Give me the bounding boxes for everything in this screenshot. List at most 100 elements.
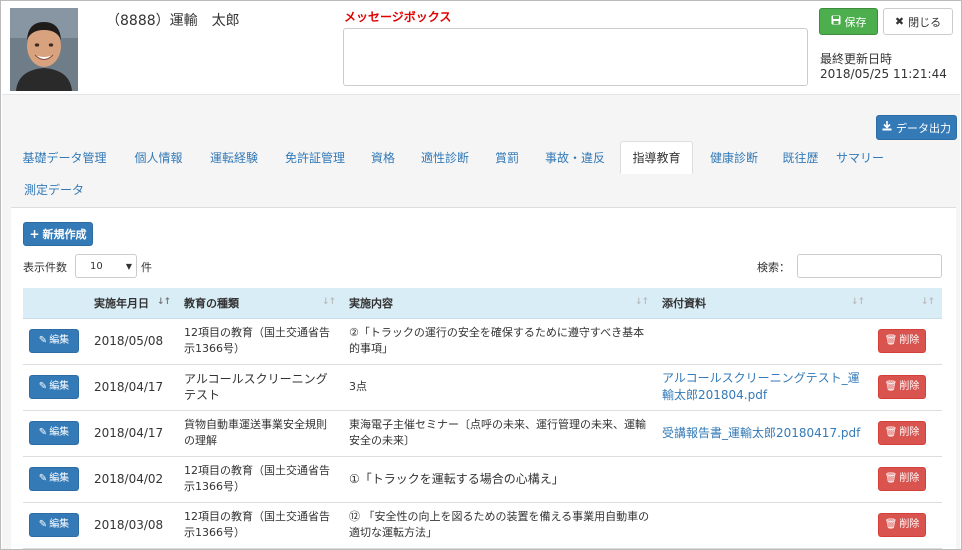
tab-summary[interactable]: サマリー [829,141,891,173]
sort-desc-icon: ↓↑ [156,297,171,307]
guidance-education-panel: + 新規作成 表示件数 10 ▼ 件 検索： 実施年月日 ↓↑ 教育の種類 ↓↑… [11,207,956,549]
avatar-photo [10,8,78,91]
export-data-button[interactable]: データ出力 [876,115,957,140]
sort-icon: ↓↑ [850,297,865,307]
tab-measurement-data[interactable]: 測定データ [12,173,96,205]
content-area: データ出力 基礎データ管理 個人情報 運転経験 免許証管理 資格 適性診断 賞罰… [2,95,960,549]
attachment-link[interactable]: 受講報告書_運輸太郎20180417.pdf [662,426,860,440]
new-record-label: 新規作成 [42,228,87,241]
edit-button[interactable]: ✎ 編集 [29,421,79,445]
edit-button[interactable]: ✎ 編集 [29,329,79,353]
tab-accidents[interactable]: 事故・違反 [532,141,618,173]
table-row: ✎ 編集 2018/04/17 貨物自動車運送事業安全規則の理解 東海電子主催セミ… [23,410,942,456]
page-length-label: 表示件数 [23,261,67,274]
save-button-label: 保存 [844,15,867,29]
tab-qualifications[interactable]: 資格 [359,141,407,173]
edit-button[interactable]: ✎ 編集 [29,375,79,399]
close-button[interactable]: ✖ 閉じる [883,8,953,35]
tab-rewards-penalties[interactable]: 賞罰 [483,141,531,173]
tab-license[interactable]: 免許証管理 [272,141,358,173]
column-header-attachment[interactable]: 添付資料 ↓↑ [656,288,872,319]
edit-icon: ✎ [38,519,48,530]
tab-aptitude[interactable]: 適性診断 [408,141,482,173]
row-type: 12項目の教育（国土交通省告示1366号） [184,464,330,493]
tab-health-check[interactable]: 健康診断 [696,141,772,173]
row-content: ②「トラックの運行の安全を確保するために遵守すべき基本的事項」 [349,326,645,355]
message-box-label: メッセージボックス [344,10,452,24]
user-name: （8888）運輸 太郎 [106,13,240,29]
save-button[interactable]: 保存 [819,8,878,35]
attachment-link[interactable]: アルコールスクリーニングテスト_運輸太郎201804.pdf [662,371,860,402]
last-updated-value: 2018/05/25 11:21:44 [820,67,947,81]
trash-icon: 🗑 [884,427,898,438]
export-data-label: データ出力 [896,121,951,135]
row-attachment [656,318,872,364]
row-type: アルコールスクリーニングテスト [184,372,328,402]
row-attachment: アルコールスクリーニングテスト_運輸太郎201804.pdf [656,364,872,410]
new-record-button[interactable]: + 新規作成 [23,222,93,246]
page-length-value: 10 [90,260,103,272]
column-header-type[interactable]: 教育の種類 ↓↑ [178,288,343,319]
tab-guidance-education[interactable]: 指導教育 [620,141,693,174]
table-header-row: 実施年月日 ↓↑ 教育の種類 ↓↑ 実施内容 ↓↑ 添付資料 ↓↑ ↓↑ [23,288,942,319]
avatar [10,8,78,91]
column-header-delete: ↓↑ [872,288,942,319]
tab-driving-experience[interactable]: 運転経験 [197,141,271,173]
floppy-disk-icon [831,15,841,28]
sort-icon: ↓↑ [634,297,649,307]
table-row: ✎ 編集 2018/03/08 12項目の教育（国土交通省告示1366号） ⑫ 「… [23,502,942,548]
close-button-label: 閉じる [908,15,942,29]
close-icon: ✖ [894,15,905,28]
search-label: 検索： [757,261,790,274]
row-date: 2018/04/17 [94,380,164,394]
sort-icon: ↓↑ [920,297,935,307]
tab-basic-data[interactable]: 基礎データ管理 [12,141,117,173]
plus-icon: + [29,227,40,241]
edit-icon: ✎ [38,381,48,392]
page-length-unit: 件 [141,261,152,274]
table-row: ✎ 編集 2018/04/02 12項目の教育（国土交通省告示1366号） ①「ト… [23,456,942,502]
row-date: 2018/04/17 [94,426,164,440]
row-content: 東海電子主催セミナー〔点呼の未来、運行管理の未来、運輸安全の未来〕 [349,418,646,447]
delete-button[interactable]: 🗑 削除 [878,329,926,353]
trash-icon: 🗑 [884,381,898,392]
education-table: 実施年月日 ↓↑ 教育の種類 ↓↑ 実施内容 ↓↑ 添付資料 ↓↑ ↓↑ ✎ 編集 201… [23,288,942,549]
app-window: （8888）運輸 太郎 メッセージボックス 保存 ✖ 閉じる 最終更新日時 20… [0,0,962,550]
page-length-select[interactable]: 10 ▼ [75,254,137,278]
row-content: ①「トラックを運転する場合の心構え」 [349,472,564,486]
trash-icon: 🗑 [884,473,898,484]
header: （8888）運輸 太郎 メッセージボックス 保存 ✖ 閉じる 最終更新日時 20… [2,2,960,95]
caret-down-icon: ▼ [125,262,132,271]
tab-personal-info[interactable]: 個人情報 [121,141,196,173]
delete-button[interactable]: 🗑 削除 [878,421,926,445]
column-header-actions [23,288,88,319]
delete-button[interactable]: 🗑 削除 [878,513,926,537]
edit-button[interactable]: ✎ 編集 [29,513,79,537]
delete-button[interactable]: 🗑 削除 [878,375,926,399]
row-date: 2018/05/08 [94,334,164,348]
search-input[interactable] [797,254,942,278]
download-icon [882,121,892,134]
tab-bar: 基礎データ管理 個人情報 運転経験 免許証管理 資格 適性診断 賞罰 事故・違反… [12,141,954,203]
column-header-date[interactable]: 実施年月日 ↓↑ [88,288,178,319]
delete-button[interactable]: 🗑 削除 [878,467,926,491]
row-type: 貨物自動車運送事業安全規則の理解 [184,418,327,447]
column-header-content[interactable]: 実施内容 ↓↑ [343,288,656,319]
row-type: 12項目の教育（国土交通省告示1366号） [184,326,330,355]
table-row: ✎ 編集 2018/05/08 12項目の教育（国土交通省告示1366号） ②「ト… [23,318,942,364]
row-type: 12項目の教育（国土交通省告示1366号） [184,510,330,539]
trash-icon: 🗑 [884,335,898,346]
sort-icon: ↓↑ [321,297,336,307]
tab-medical-history[interactable]: 既往歴 [773,141,828,173]
trash-icon: 🗑 [884,519,898,530]
table-row: ✎ 編集 2018/04/17 アルコールスクリーニングテスト 3点 アルコールス… [23,364,942,410]
row-date: 2018/03/08 [94,518,164,532]
row-attachment [656,456,872,502]
edit-button[interactable]: ✎ 編集 [29,467,79,491]
edit-icon: ✎ [38,473,48,484]
message-box[interactable] [343,28,808,86]
edit-icon: ✎ [38,427,48,438]
row-content: 3点 [349,380,367,393]
edit-icon: ✎ [38,335,48,346]
row-date: 2018/04/02 [94,472,164,486]
